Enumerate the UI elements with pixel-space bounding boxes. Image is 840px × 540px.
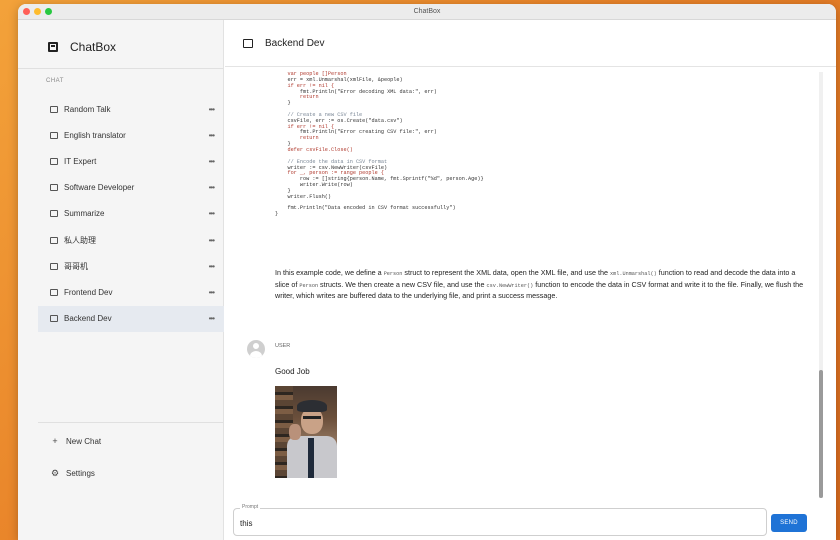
sidebar-bottom-divider <box>38 422 223 423</box>
more-options-icon[interactable]: ••• <box>209 262 215 271</box>
close-window-button[interactable] <box>23 8 30 15</box>
new-chat-button[interactable]: + New Chat <box>50 436 101 446</box>
chat-item-label: Frontend Dev <box>64 287 113 297</box>
sidebar-chat-item[interactable]: Software Developer ••• <box>38 175 224 201</box>
window-title: ChatBox <box>413 8 441 15</box>
inline-code: csv.NewWriter() <box>486 282 534 289</box>
chat-title: Backend Dev <box>265 38 325 49</box>
inline-code: Person <box>299 282 319 289</box>
chat-bubble-icon <box>50 262 58 270</box>
photo-glasses <box>303 416 321 419</box>
title-bar: ChatBox <box>18 4 836 20</box>
code-line: } <box>275 211 279 218</box>
code-block: var people []Person err = xml.Unmarshal(… <box>275 71 775 218</box>
sidebar-chat-item[interactable]: Random Talk ••• <box>38 96 224 122</box>
chat-icon <box>243 39 253 48</box>
settings-button[interactable]: ⚙ Settings <box>50 468 95 479</box>
user-avatar-icon <box>247 340 265 358</box>
chat-bubble-icon <box>50 131 58 139</box>
chat-bubble-icon <box>50 105 58 113</box>
more-options-icon[interactable]: ••• <box>209 157 215 166</box>
chat-item-label: IT Expert <box>64 156 97 166</box>
chat-item-label: Backend Dev <box>64 314 112 324</box>
new-chat-label: New Chat <box>66 436 102 446</box>
photo-hat <box>297 400 327 412</box>
more-options-icon[interactable]: ••• <box>209 236 215 245</box>
sidebar-divider <box>18 68 223 69</box>
more-options-icon[interactable]: ••• <box>209 288 215 297</box>
plus-icon: + <box>52 436 58 446</box>
header-divider <box>225 66 836 67</box>
prompt-label: Prompt <box>240 504 261 510</box>
username: USER <box>275 343 291 349</box>
chat-item-label: 私人助理 <box>64 235 96 245</box>
photo-tie <box>308 438 314 478</box>
zoom-window-button[interactable] <box>45 8 52 15</box>
sidebar-chat-item[interactable]: English translator ••• <box>38 122 224 148</box>
minimize-window-button[interactable] <box>34 8 41 15</box>
chat-main: Backend Dev var people []Person err = xm… <box>225 20 836 540</box>
message-list[interactable]: var people []Person err = xml.Unmarshal(… <box>225 68 836 502</box>
chat-item-label: Summarize <box>64 209 105 219</box>
scrollbar-thumb[interactable] <box>819 370 823 498</box>
chat-item-label: Random Talk <box>64 104 111 114</box>
user-message-text: Good Job <box>275 367 310 376</box>
inline-code: Person <box>383 271 403 277</box>
gear-icon: ⚙ <box>50 468 60 478</box>
attached-photo[interactable] <box>275 386 337 478</box>
chat-logo-icon <box>48 42 58 52</box>
photo-hand <box>289 424 301 440</box>
text-run: struct to represent the XML data, open t… <box>402 268 611 277</box>
chat-bubble-icon <box>50 315 58 323</box>
prompt-input[interactable] <box>240 516 760 530</box>
chat-bubble-icon <box>50 236 58 244</box>
app-window: ChatBox ChatBox CHAT Random Talk ••• Engli… <box>18 4 836 540</box>
section-label: CHAT <box>46 78 64 84</box>
chat-header: Backend Dev <box>243 38 324 49</box>
sidebar-chat-item[interactable]: 哥哥机 ••• <box>38 253 224 279</box>
sidebar-chat-item[interactable]: Summarize ••• <box>38 201 224 227</box>
chat-item-label: 哥哥机 <box>64 261 88 271</box>
chat-bubble-icon <box>50 157 58 165</box>
sidebar-chat-item[interactable]: 私人助理 ••• <box>38 227 224 253</box>
chat-item-label: English translator <box>64 130 126 140</box>
inline-code: xml.Unmarshal() <box>610 271 657 277</box>
chat-bubble-icon <box>50 184 58 192</box>
window-controls <box>23 8 52 15</box>
sidebar-chat-item[interactable]: IT Expert ••• <box>38 148 224 174</box>
more-options-icon[interactable]: ••• <box>209 131 215 140</box>
sidebar: ChatBox CHAT Random Talk ••• English trans… <box>18 20 224 540</box>
chat-list: Random Talk ••• English translator ••• IT Ex… <box>38 96 224 332</box>
sidebar-chat-item[interactable]: Frontend Dev ••• <box>38 279 224 305</box>
prompt-field[interactable]: Prompt <box>233 504 767 536</box>
chat-item-label: Software Developer <box>64 183 135 193</box>
assistant-explanation: In this example code, we define a Person… <box>275 268 805 302</box>
more-options-icon[interactable]: ••• <box>209 209 215 218</box>
text-run: In this example code, we define a <box>275 268 384 277</box>
chat-bubble-icon <box>50 288 58 296</box>
text-run: structs. We then create a new CSV file, … <box>318 279 487 289</box>
brand-name: ChatBox <box>70 40 117 54</box>
more-options-icon[interactable]: ••• <box>209 183 215 192</box>
more-options-icon[interactable]: ••• <box>209 105 215 114</box>
settings-label: Settings <box>66 469 95 478</box>
brand: ChatBox <box>48 40 116 54</box>
chat-bubble-icon <box>50 210 58 218</box>
send-button[interactable]: SEND <box>771 514 807 532</box>
more-options-icon[interactable]: ••• <box>209 314 215 323</box>
sidebar-chat-item[interactable]: Backend Dev ••• <box>38 305 224 332</box>
